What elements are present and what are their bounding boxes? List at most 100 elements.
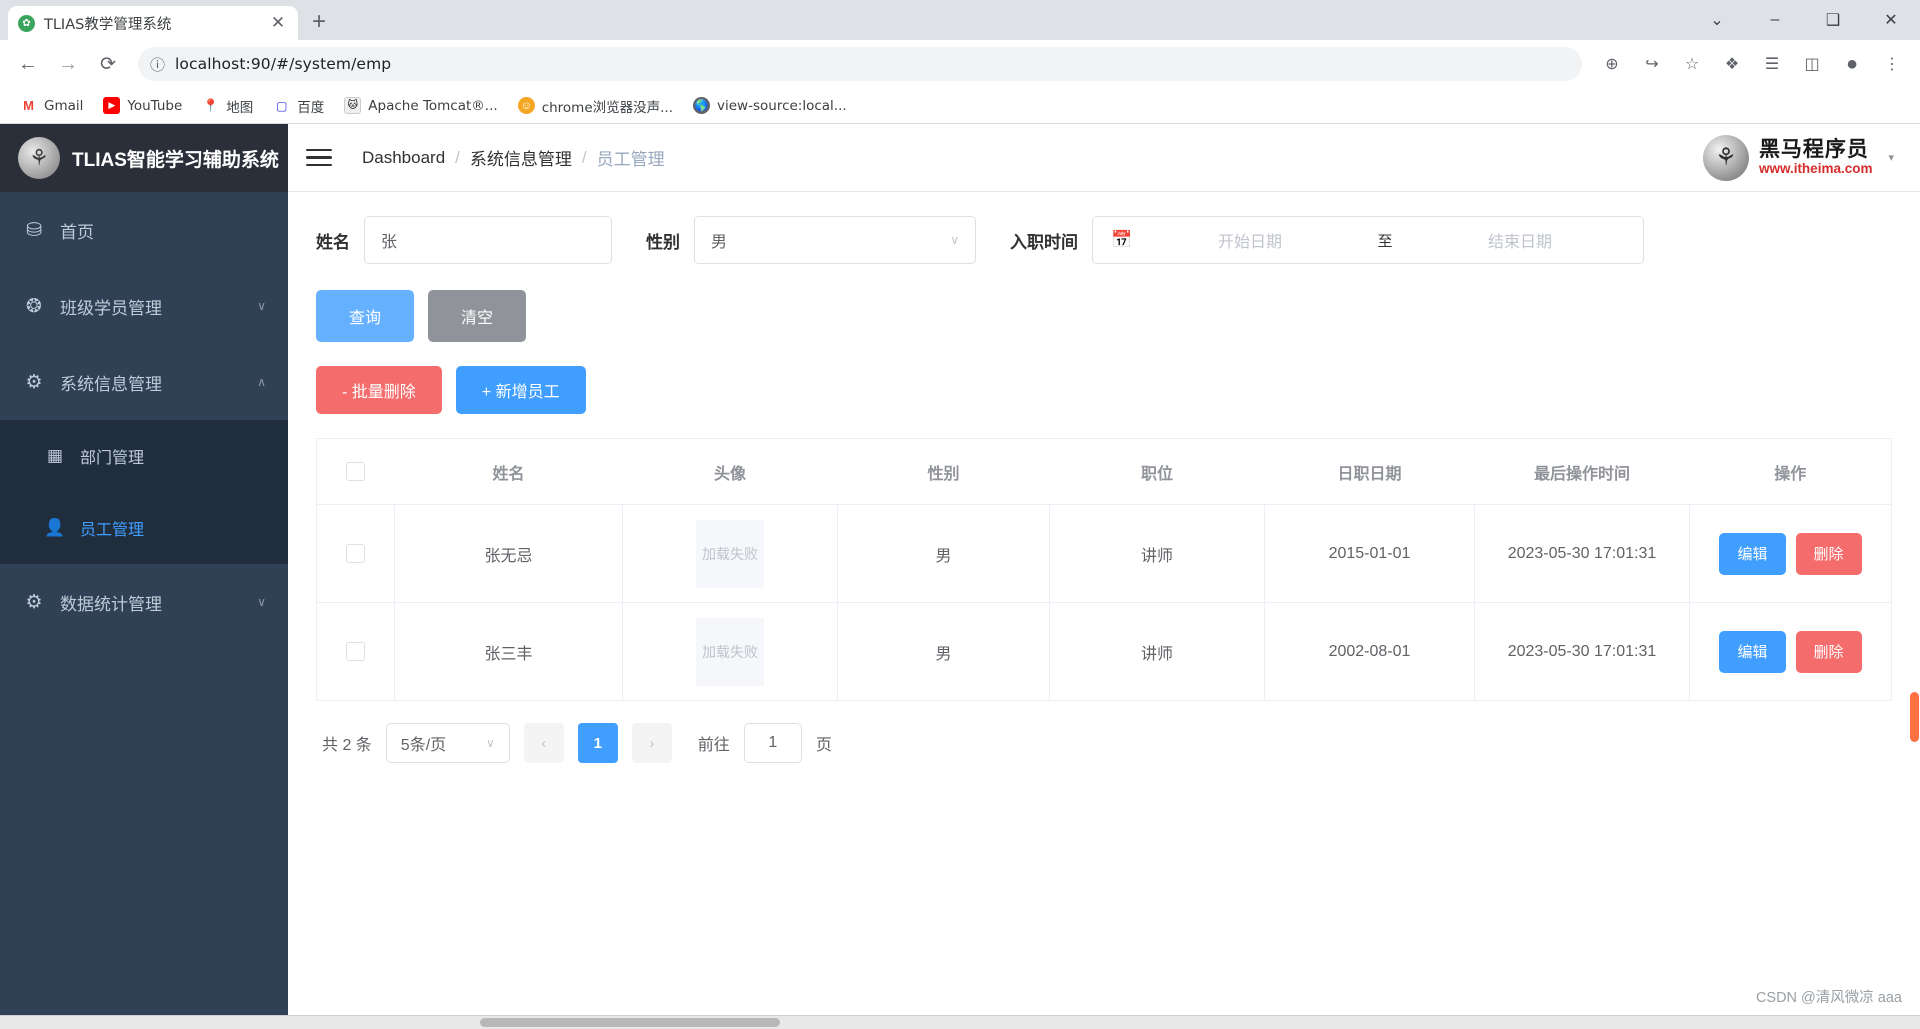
top-bar: Dashboard / 系统信息管理 / 员工管理 ⚘ 黑马程序员 www.it… [288, 124, 1920, 192]
chevron-down-icon[interactable]: ⌄ [1688, 0, 1746, 40]
cell-avatar: 加载失败 [622, 602, 838, 701]
forward-icon[interactable]: → [50, 46, 86, 82]
breadcrumb-separator: / [581, 147, 587, 167]
back-icon[interactable]: ← [10, 46, 46, 82]
chevron-down-icon[interactable]: ▾ [1888, 151, 1894, 164]
header-hire-date: 日职日期 [1264, 438, 1475, 505]
tab-title: TLIAS教学管理系统 [44, 16, 172, 33]
page-size-value: 5条/页 [400, 737, 447, 754]
bookmark-chrome-note[interactable]: ☺ chrome浏览器没声... [510, 92, 681, 120]
table-row: 张三丰 加载失败 男 讲师 2002-08-01 2023-05-30 17:0… [316, 602, 1892, 701]
bookmark-youtube[interactable]: ▶ YouTube [95, 93, 190, 118]
chevron-down-icon: ∨ [950, 233, 959, 247]
browser-window: ✿ TLIAS教学管理系统 ✕ + ⌄ – ❑ ✕ ← → ⟳ ⓘ localh… [0, 0, 1920, 1029]
sidebar-item-system[interactable]: ⚙ 系统信息管理 ∧ [0, 344, 288, 420]
share-icon[interactable]: ↪ [1634, 46, 1670, 82]
sidebar-item-label: 系统信息管理 [60, 374, 162, 394]
breadcrumb: Dashboard / 系统信息管理 / 员工管理 [362, 145, 665, 170]
sidebar-item-class[interactable]: ❂ 班级学员管理 ∨ [0, 268, 288, 344]
sidebar-item-dept[interactable]: ▦ 部门管理 [0, 420, 288, 492]
horse-logo-icon: ⚘ [18, 137, 60, 179]
side-panel-icon[interactable]: ◫ [1794, 46, 1830, 82]
new-tab-button[interactable]: + [312, 8, 326, 36]
page-scrollbar[interactable] [1906, 124, 1920, 1015]
grid-icon: ▦ [46, 446, 64, 465]
delete-button[interactable]: 删除 [1795, 630, 1862, 673]
bookmark-label: 地图 [226, 99, 254, 116]
browser-menu-icon[interactable]: ⋮ [1874, 46, 1910, 82]
bookmark-star-icon[interactable]: ☆ [1674, 46, 1710, 82]
date-range-picker[interactable]: 📅 开始日期 至 结束日期 [1092, 216, 1644, 264]
youtube-icon: ▶ [103, 97, 121, 114]
maximize-button[interactable]: ❑ [1804, 0, 1862, 40]
clear-button[interactable]: 清空 [428, 290, 526, 342]
edit-button[interactable]: 编辑 [1719, 630, 1786, 673]
profile-icon[interactable]: ● [1834, 46, 1870, 82]
sidebar-item-emp[interactable]: 👤 员工管理 [0, 492, 288, 564]
breadcrumb-system[interactable]: 系统信息管理 [470, 145, 572, 170]
table-actions: - 批量删除 + 新增员工 [316, 366, 1892, 414]
watermark-text: CSDN @清风微凉 aaa [1755, 990, 1902, 1006]
sidebar-item-label: 数据统计管理 [60, 594, 162, 614]
horizontal-scrollbar-thumb[interactable] [480, 1018, 780, 1027]
browser-tab[interactable]: ✿ TLIAS教学管理系统 ✕ [8, 6, 298, 40]
gender-select-value: 男 [711, 234, 728, 251]
sidebar-submenu: ▦ 部门管理 👤 员工管理 [0, 420, 288, 564]
page-unit-label: 页 [815, 737, 832, 754]
delete-button[interactable]: 删除 [1795, 532, 1862, 575]
window-close-button[interactable]: ✕ [1862, 0, 1920, 40]
zoom-icon[interactable]: ⊕ [1594, 46, 1630, 82]
site-info-icon[interactable]: ⓘ [150, 54, 165, 75]
start-date-input[interactable]: 开始日期 [1139, 228, 1361, 252]
bookmark-label: Gmail [44, 97, 84, 114]
next-page-button[interactable]: › [631, 723, 672, 763]
query-button[interactable]: 查询 [316, 290, 414, 342]
select-all-checkbox[interactable] [346, 462, 366, 481]
breadcrumb-dashboard[interactable]: Dashboard [362, 148, 445, 168]
end-date-input[interactable]: 结束日期 [1409, 228, 1631, 252]
goto-page-input[interactable]: 1 [743, 723, 802, 763]
baidu-icon: ▢ [276, 98, 288, 113]
name-input[interactable]: 张 [364, 216, 612, 264]
table-row: 张无忌 加载失败 男 讲师 2015-01-01 2023-05-30 17:0… [316, 504, 1892, 603]
edit-button[interactable]: 编辑 [1719, 532, 1786, 575]
row-checkbox[interactable] [346, 642, 365, 661]
maps-pin-icon: 📍 [202, 97, 219, 113]
header-last-op: 最后操作时间 [1474, 438, 1690, 505]
horizontal-scrollbar[interactable] [0, 1015, 1920, 1029]
hire-date-label: 入职时间 [1010, 232, 1078, 252]
sidebar-item-label: 部门管理 [80, 450, 145, 467]
hamburger-icon[interactable] [306, 148, 340, 167]
close-icon[interactable]: ✕ [268, 13, 288, 33]
reading-list-icon[interactable]: ☰ [1754, 46, 1790, 82]
batch-delete-button[interactable]: - 批量删除 [316, 366, 442, 414]
chevron-down-icon: ∨ [486, 736, 495, 750]
bookmark-maps[interactable]: 📍 地图 [194, 92, 261, 120]
scrollbar-thumb[interactable] [1910, 692, 1919, 742]
address-bar[interactable]: ⓘ localhost:90/#/system/emp [138, 47, 1582, 81]
extensions-icon[interactable]: ❖ [1714, 46, 1750, 82]
header-gender: 性别 [837, 438, 1050, 505]
sidebar-item-stats[interactable]: ⚙ 数据统计管理 ∨ [0, 564, 288, 640]
prev-page-button[interactable]: ‹ [523, 723, 564, 763]
bookmark-tomcat[interactable]: 🐱 Apache Tomcat®... [336, 93, 505, 118]
gear-icon: ⚙ [25, 371, 43, 393]
bookmark-baidu[interactable]: ▢ 百度 [265, 92, 332, 120]
browser-toolbar: ← → ⟳ ⓘ localhost:90/#/system/emp ⊕ ↪ ☆ … [0, 40, 1920, 88]
page-size-select[interactable]: 5条/页 ∨ [385, 723, 510, 763]
select-all-header [316, 438, 395, 505]
bookmark-view-source[interactable]: 🌎 view-source:local... [685, 93, 855, 118]
gear-icon: ⚙ [25, 591, 43, 613]
date-range-separator: 至 [1377, 232, 1393, 250]
add-employee-button[interactable]: + 新增员工 [455, 366, 586, 414]
cell-operations: 编辑 删除 [1689, 602, 1892, 701]
row-checkbox[interactable] [346, 544, 365, 563]
page-1-button[interactable]: 1 [577, 723, 618, 763]
header-job: 职位 [1049, 438, 1265, 505]
bookmark-gmail[interactable]: M Gmail [12, 93, 91, 118]
sidebar-item-home[interactable]: ⛁ 首页 [0, 192, 288, 268]
minimize-button[interactable]: – [1746, 0, 1804, 40]
gender-select[interactable]: 男 ∨ [694, 216, 976, 264]
reload-icon[interactable]: ⟳ [90, 46, 126, 82]
brand-logo-group: ⚘ 黑马程序员 www.itheima.com ▾ [1702, 134, 1902, 181]
